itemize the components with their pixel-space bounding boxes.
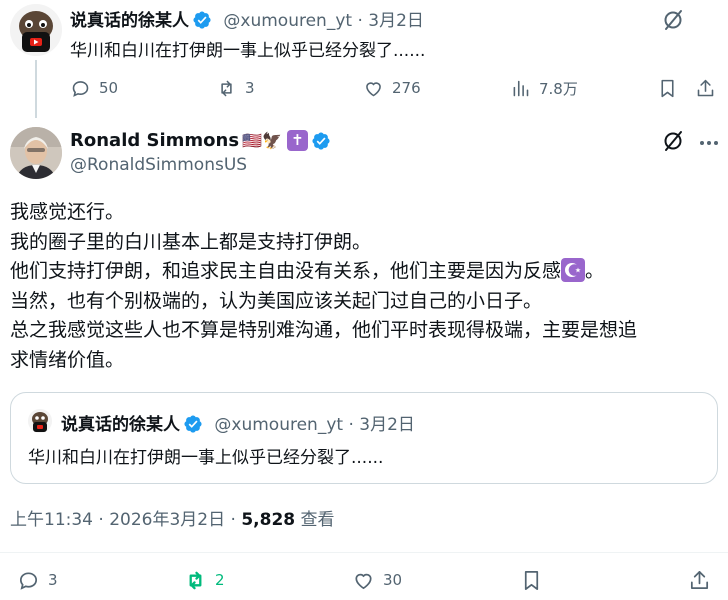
repost-icon [189,571,202,589]
reply-button[interactable]: 3 [17,568,58,592]
tweet-action-bar: 3 2 30 [0,568,728,596]
verified-badge-icon [311,131,331,151]
views-chart-icon [513,80,529,96]
heart-icon [355,573,372,589]
separator-dot: · [230,510,236,530]
parent-tweet[interactable]: 说真话的徐某人 @xumouren_yt · 3月2日 华川和白川在打伊朗一事上… [0,0,728,118]
tweet-body: 我感觉还行。 我的圈子里的白川基本上都是支持打伊朗。 他们支持打伊朗，和追求民主… [10,198,722,375]
quoted-avatar [28,409,52,433]
repost-count: 3 [245,79,255,97]
author-avatar[interactable] [10,127,62,179]
bookmark-button[interactable] [657,76,678,100]
views-button[interactable]: 7.8万 [510,76,578,100]
share-button[interactable] [688,568,711,592]
like-count: 30 [383,571,403,589]
divider [0,552,728,553]
separator-dot: · [98,510,104,530]
bookmark-icon [661,79,674,97]
reply-icon [72,80,89,97]
verified-badge-icon [192,10,212,30]
share-icon [697,79,714,96]
star-crescent-icon [561,258,586,282]
views-label: 查看 [300,510,335,530]
share-button[interactable] [695,76,716,100]
parent-action-bar: 50 3 276 7.8万 [70,76,718,100]
more-options-icon[interactable] [697,131,721,155]
reply-button[interactable]: 50 [70,76,118,100]
parent-handle[interactable]: @xumouren_yt [223,11,352,31]
separator-dot: · [357,11,363,31]
thread-connector-line [35,60,37,118]
tweet-line-3-text: 他们支持打伊朗，和追求民主自由没有关系，他们主要是因为反感 [10,260,562,282]
repost-icon [221,80,232,96]
grok-icon[interactable] [661,8,685,32]
author-name[interactable]: Ronald Simmons [70,130,239,151]
quoted-header: 说真话的徐某人 @xumouren_yt · 3月2日 [61,410,415,435]
bookmark-icon [524,570,539,590]
repost-button[interactable]: 3 [216,76,255,100]
tweet-time[interactable]: 上午11:34 [10,510,93,530]
author-handle[interactable]: @RonaldSimmonsUS [70,155,247,175]
separator-dot: · [348,415,354,435]
tweet-line-2: 我的圈子里的白川基本上都是支持打伊朗。 [10,230,372,253]
like-count: 276 [392,79,421,97]
quoted-tweet[interactable]: 说真话的徐某人 @xumouren_yt · 3月2日 华川和白川在打伊朗一事上… [10,392,718,484]
bookmark-button[interactable] [520,568,543,592]
parent-date[interactable]: 3月2日 [368,11,424,31]
tweet-line-4: 当然，也有个别极端的，认为美国应该关起门过自己的小日子。 [10,289,543,312]
tweet-meta: 上午11:34 · 2026年3月2日 · 5,828 查看 [10,505,335,530]
heart-icon [366,81,381,96]
reply-icon [19,571,38,590]
repost-count: 2 [215,571,225,589]
flag-eagle-emoji: 🇺🇸🦅 [242,131,282,150]
views-count: 5,828 [241,510,296,530]
tweet-line-5: 总之我感觉这些人也不算是特别难沟通，他们平时表现得极端，主要是想追 [10,319,638,341]
tweet-date[interactable]: 2026年3月2日 [109,510,225,530]
parent-header: 说真话的徐某人 @xumouren_yt · 3月2日 [70,6,424,31]
reply-count: 50 [99,79,119,97]
grok-icon[interactable] [661,129,685,153]
tweet-line-3: 他们支持打伊朗，和追求民主自由没有关系，他们主要是因为反感 。 [10,257,722,287]
parent-author-name[interactable]: 说真话的徐某人 [70,11,189,31]
quoted-text: 华川和白川在打伊朗一事上似乎已经分裂了...... [28,448,384,468]
tweet-line-6: 求情绪价值。 [10,348,125,371]
tweet-line-3-tail: 。 [585,260,605,282]
parent-text: 华川和白川在打伊朗一事上似乎已经分裂了...... [70,41,426,61]
like-button[interactable]: 30 [352,568,402,592]
cross-emoji: ✝ [286,130,308,151]
share-icon [690,570,709,589]
parent-avatar[interactable] [10,4,62,56]
quoted-handle: @xumouren_yt [214,415,344,435]
repost-button[interactable]: 2 [184,568,225,592]
like-button[interactable]: 276 [363,76,421,100]
verified-badge-icon [183,414,203,434]
author-name-row: Ronald Simmons 🇺🇸🦅 ✝ [70,130,331,151]
views-count: 7.8万 [539,79,578,98]
reply-count: 3 [48,571,58,589]
quoted-date: 3月2日 [359,415,415,435]
tweet-line-1: 我感觉还行。 [10,201,125,223]
quoted-author-name: 说真话的徐某人 [61,415,180,435]
